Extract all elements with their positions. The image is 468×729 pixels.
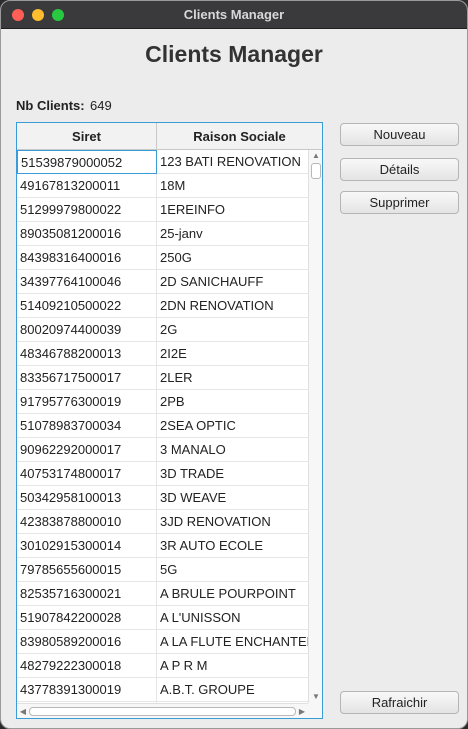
vertical-scrollbar[interactable]: ▲ ▼ (308, 150, 322, 703)
horizontal-scroll-thumb[interactable] (29, 707, 296, 716)
raison-sociale-cell[interactable]: 3R AUTO ECOLE (157, 534, 308, 558)
table-row[interactable]: 43778391300019 A.B.T. GROUPE (17, 678, 308, 702)
siret-cell[interactable]: 80020974400039 (17, 318, 157, 342)
table-row[interactable]: 84398316400016 250G (17, 246, 308, 270)
table-row[interactable]: 48346788200013 2I2E (17, 342, 308, 366)
raison-sociale-cell[interactable]: 123 BATI RENOVATION (157, 150, 308, 174)
table-row[interactable]: 80020974400039 2G (17, 318, 308, 342)
delete-button[interactable]: Supprimer (340, 191, 459, 214)
raison-sociale-cell[interactable]: 2SEA OPTIC (157, 414, 308, 438)
table-row[interactable]: 51299979800022 1EREINFO (17, 198, 308, 222)
refresh-button[interactable]: Rafraichir (340, 691, 459, 714)
raison-sociale-cell[interactable]: 2I2E (157, 342, 308, 366)
raison-sociale-cell[interactable]: 2PB (157, 390, 308, 414)
new-client-button[interactable]: Nouveau (340, 123, 459, 146)
raison-sociale-cell[interactable]: 2LER (157, 366, 308, 390)
siret-cell[interactable]: 84398316400016 (17, 246, 157, 270)
raison-sociale-cell[interactable]: 18M (157, 174, 308, 198)
horizontal-scrollbar[interactable]: ◀ ▶ (17, 703, 308, 718)
scroll-down-icon[interactable]: ▼ (309, 691, 323, 703)
siret-cell[interactable]: 90962292000017 (17, 438, 157, 462)
scroll-corner (308, 703, 322, 718)
raison-sociale-cell[interactable]: 2DN RENOVATION (157, 294, 308, 318)
siret-cell[interactable]: 51299979800022 (17, 198, 157, 222)
table-row[interactable]: 51907842200028 A L'UNISSON (17, 606, 308, 630)
page-title: Clients Manager (145, 41, 323, 67)
table-row[interactable]: 91795776300019 2PB (17, 390, 308, 414)
raison-sociale-cell[interactable]: 25-janv (157, 222, 308, 246)
column-header-raison-sociale[interactable]: Raison Sociale (157, 123, 322, 150)
client-count-value: 649 (90, 98, 112, 113)
table-row[interactable]: 83356717500017 2LER (17, 366, 308, 390)
clients-table[interactable]: Siret Raison Sociale 51539879000052 123 B… (16, 122, 323, 719)
siret-cell[interactable]: 51078983700034 (17, 414, 157, 438)
table-row[interactable]: 83980589200016 A LA FLUTE ENCHANTEE (17, 630, 308, 654)
window-title: Clients Manager (183, 7, 285, 22)
table-body: 51539879000052 123 BATI RENOVATION 4916781… (17, 150, 308, 703)
table-row[interactable]: 30102915300014 3R AUTO ECOLE (17, 534, 308, 558)
raison-sociale-cell[interactable]: 2G (157, 318, 308, 342)
raison-sociale-cell[interactable]: A BRULE POURPOINT (157, 582, 308, 606)
siret-cell[interactable]: 79785655600015 (17, 558, 157, 582)
vertical-scroll-thumb[interactable] (311, 163, 321, 179)
siret-cell[interactable]: 40753174800017 (17, 462, 157, 486)
table-row[interactable]: 51409210500022 2DN RENOVATION (17, 294, 308, 318)
siret-cell[interactable]: 89035081200016 (17, 222, 157, 246)
client-count-label: Nb Clients: (16, 98, 85, 113)
table-row[interactable]: 82535716300021 A BRULE POURPOINT (17, 582, 308, 606)
siret-cell[interactable]: 83356717500017 (17, 366, 157, 390)
siret-cell[interactable]: 34397764100046 (17, 270, 157, 294)
scroll-right-icon[interactable]: ▶ (296, 704, 308, 719)
siret-cell[interactable]: 51539879000052 (17, 150, 157, 174)
siret-cell[interactable]: 30102915300014 (17, 534, 157, 558)
table-row[interactable]: 51539879000052 123 BATI RENOVATION (17, 150, 308, 174)
title-bar: Clients Manager (1, 1, 467, 29)
table-row[interactable]: 79785655600015 5G (17, 558, 308, 582)
raison-sociale-cell[interactable]: 3 MANALO (157, 438, 308, 462)
table-row[interactable]: 90962292000017 3 MANALO (17, 438, 308, 462)
siret-cell[interactable]: 50342958100013 (17, 486, 157, 510)
siret-cell[interactable]: 48279222300018 (17, 654, 157, 678)
siret-cell[interactable]: 82535716300021 (17, 582, 157, 606)
column-header-siret[interactable]: Siret (17, 123, 157, 150)
siret-cell[interactable]: 91795776300019 (17, 390, 157, 414)
details-button[interactable]: Détails (340, 158, 459, 181)
table-row[interactable]: 40753174800017 3D TRADE (17, 462, 308, 486)
siret-cell[interactable]: 42383878800010 (17, 510, 157, 534)
raison-sociale-cell[interactable]: A.B.T. GROUPE (157, 678, 308, 702)
table-row[interactable]: 48279222300018 A P R M (17, 654, 308, 678)
raison-sociale-cell[interactable]: 2D SANICHAUFF (157, 270, 308, 294)
raison-sociale-cell[interactable]: 3D TRADE (157, 462, 308, 486)
siret-cell[interactable]: 51409210500022 (17, 294, 157, 318)
raison-sociale-cell[interactable]: A LA FLUTE ENCHANTEE (157, 630, 308, 654)
siret-cell[interactable]: 49167813200011 (17, 174, 157, 198)
raison-sociale-cell[interactable]: 3D WEAVE (157, 486, 308, 510)
table-row[interactable]: 49167813200011 18M (17, 174, 308, 198)
table-row[interactable]: 89035081200016 25-janv (17, 222, 308, 246)
siret-cell[interactable]: 43778391300019 (17, 678, 157, 702)
app-window: Clients Manager Clients Manager Nb Clien… (0, 0, 468, 729)
raison-sociale-cell[interactable]: 1EREINFO (157, 198, 308, 222)
scroll-left-icon[interactable]: ◀ (17, 704, 29, 719)
table-row[interactable]: 51078983700034 2SEA OPTIC (17, 414, 308, 438)
raison-sociale-cell[interactable]: 5G (157, 558, 308, 582)
siret-cell[interactable]: 83980589200016 (17, 630, 157, 654)
table-header: Siret Raison Sociale (17, 123, 322, 150)
siret-cell[interactable]: 51907842200028 (17, 606, 157, 630)
scroll-up-icon[interactable]: ▲ (309, 150, 323, 162)
siret-cell[interactable]: 48346788200013 (17, 342, 157, 366)
table-row[interactable]: 34397764100046 2D SANICHAUFF (17, 270, 308, 294)
raison-sociale-cell[interactable]: A L'UNISSON (157, 606, 308, 630)
table-row[interactable]: 42383878800010 3JD RENOVATION (17, 510, 308, 534)
raison-sociale-cell[interactable]: A P R M (157, 654, 308, 678)
raison-sociale-cell[interactable]: 3JD RENOVATION (157, 510, 308, 534)
table-row[interactable]: 50342958100013 3D WEAVE (17, 486, 308, 510)
raison-sociale-cell[interactable]: 250G (157, 246, 308, 270)
